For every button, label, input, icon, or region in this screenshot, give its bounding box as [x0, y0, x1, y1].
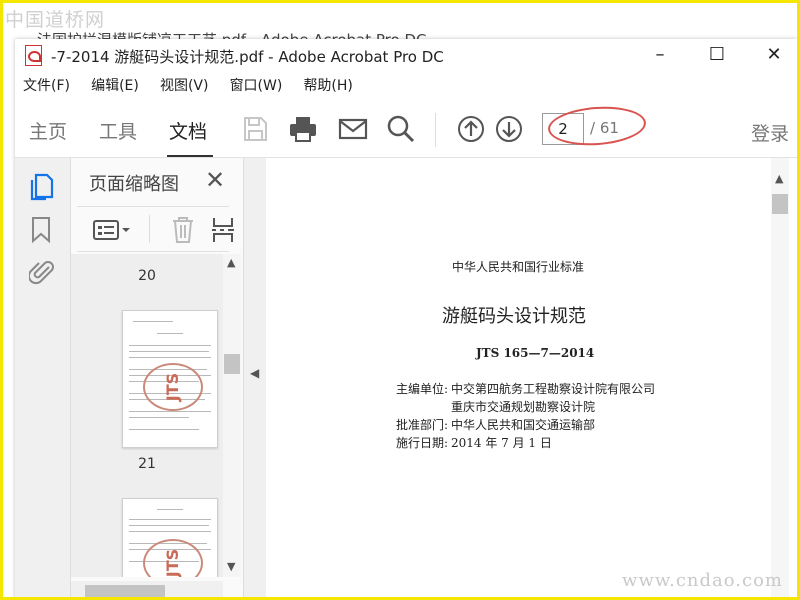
highlight-annotation-oval	[546, 103, 648, 149]
close-window-button[interactable]: ✕	[759, 43, 789, 67]
page-thumbnails-icon[interactable]	[28, 172, 54, 202]
menu-help[interactable]: 帮助(H)	[303, 73, 352, 99]
email-icon[interactable]	[337, 113, 369, 145]
doc-editor-label: 主编单位:	[396, 382, 449, 396]
doc-approver: 中华人民共和国交通运输部	[451, 418, 596, 432]
panel-toolbar	[77, 206, 234, 252]
save-icon[interactable]	[239, 113, 271, 145]
attachment-icon[interactable]	[29, 258, 55, 286]
panel-title: 页面缩略图	[89, 174, 179, 195]
thumbnail-list[interactable]: 20 JTS 21 JTS	[71, 254, 223, 577]
thumbnail-page[interactable]: JTS	[122, 498, 218, 577]
window-title: -7-2014 游艇码头设计规范.pdf - Adobe Acrobat Pro…	[51, 48, 444, 66]
jts-stamp: JTS	[143, 539, 203, 577]
menu-window[interactable]: 窗口(W)	[230, 73, 283, 99]
tab-home[interactable]: 主页	[29, 117, 67, 144]
bookmark-icon[interactable]	[30, 216, 52, 244]
pdf-file-icon	[25, 45, 42, 66]
print-icon[interactable]	[287, 113, 319, 145]
close-panel-button[interactable]: ✕	[205, 166, 225, 194]
delete-page-icon[interactable]	[171, 216, 195, 244]
toolbar-divider	[435, 113, 436, 147]
jts-stamp: JTS	[143, 363, 203, 411]
doc-header: 中华人民共和国行业标准	[452, 260, 585, 274]
thumbnail-scroll-thumb[interactable]	[224, 354, 240, 374]
search-icon[interactable]	[385, 113, 417, 145]
menu-file[interactable]: 文件(F)	[23, 73, 70, 99]
doc-title: 游艇码头设计规范	[442, 306, 586, 327]
thumbnail-page[interactable]: JTS	[122, 310, 218, 448]
maximize-button[interactable]: ☐	[702, 43, 732, 67]
document-scrollbar[interactable]: ▲	[771, 158, 789, 597]
page-up-icon[interactable]	[455, 113, 487, 145]
doc-editor-2: 重庆市交通规划勘察设计院	[451, 400, 596, 414]
acrobat-window: -7-2014 游艇码头设计规范.pdf - Adobe Acrobat Pro…	[15, 39, 797, 597]
tab-tools[interactable]: 工具	[99, 117, 137, 144]
horizontal-scroll-thumb[interactable]	[85, 585, 165, 597]
scroll-down-arrow[interactable]: ▼	[227, 560, 235, 573]
thumbnail-panel: 页面缩略图 ✕ 20 JTS 21 JTS ▲ ▼	[71, 158, 243, 597]
thumbnail-page-number: 20	[138, 268, 156, 284]
panel-toolbar-divider	[149, 215, 150, 243]
scroll-up-arrow[interactable]: ▲	[227, 256, 235, 269]
doc-approver-label: 批准部门:	[396, 418, 449, 432]
doc-code: JTS 165—7—2014	[476, 346, 595, 360]
watermark-bottom: www.cndao.com	[622, 570, 783, 591]
extract-page-icon[interactable]	[211, 216, 235, 244]
thumbnail-scrollbar[interactable]: ▲ ▼	[223, 254, 241, 577]
menu-edit[interactable]: 编辑(E)	[91, 73, 139, 99]
document-scroll-thumb[interactable]	[772, 194, 788, 214]
menu-view[interactable]: 视图(V)	[160, 73, 209, 99]
menu-bar: 文件(F) 编辑(E) 视图(V) 窗口(W) 帮助(H)	[15, 73, 797, 99]
thumbnail-horizontal-scrollbar[interactable]	[71, 581, 223, 597]
login-button[interactable]: 登录	[751, 119, 789, 146]
collapse-panel-arrow[interactable]: ◀	[250, 366, 259, 380]
doc-scroll-up-arrow[interactable]: ▲	[775, 172, 783, 185]
thumbnail-page-number: 21	[138, 456, 156, 472]
minimize-button[interactable]: –	[645, 43, 675, 67]
doc-date: 2014 年 7 月 1 日	[451, 436, 552, 450]
navigation-rail	[15, 158, 71, 597]
watermark-top: 中国道桥网	[5, 9, 106, 31]
thumbnail-options-icon[interactable]	[93, 219, 131, 241]
title-bar: -7-2014 游艇码头设计规范.pdf - Adobe Acrobat Pro…	[15, 39, 797, 71]
screenshot-frame: 中国道桥网 法国护拦混模版铺凉工工艺.pdf - Adobe Acrobat P…	[0, 0, 800, 600]
doc-editor-1: 中交第四航务工程勘察设计院有限公司	[451, 382, 656, 396]
doc-date-label: 施行日期:	[396, 436, 449, 450]
tab-document[interactable]: 文档	[169, 117, 207, 144]
active-tab-indicator	[167, 155, 213, 157]
toolbar: 主页 工具 文档 2 / 61 登录	[15, 103, 797, 158]
panel-splitter[interactable]: ◀	[243, 158, 267, 597]
page-down-icon[interactable]	[493, 113, 525, 145]
document-view: 中华人民共和国行业标准 游艇码头设计规范 JTS 165—7—2014 主编单位…	[266, 158, 797, 597]
